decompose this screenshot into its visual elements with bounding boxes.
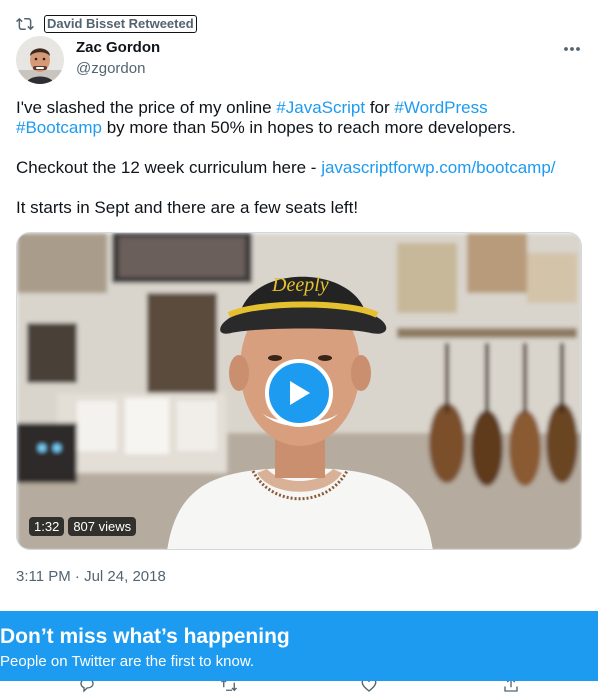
- hashtag-javascript-link[interactable]: #JavaScript: [276, 98, 365, 117]
- video-meta: 1:32 807 views: [29, 517, 137, 536]
- tweet-body: I've slashed the price of my online #Jav…: [16, 98, 586, 218]
- tweet-timestamp[interactable]: 3:11 PM · Jul 24, 2018: [16, 568, 166, 585]
- play-button[interactable]: [265, 359, 333, 427]
- tweet-text-segment: by more than 50% in hopes to reach more …: [102, 118, 516, 137]
- video-views: 807 views: [68, 517, 137, 536]
- tweet-line-closing: It starts in Sept and there are a few se…: [16, 198, 359, 217]
- banner-title: Don’t miss what’s happening: [0, 625, 290, 648]
- tweet-text-segment: Checkout the 12 week curriculum here -: [16, 158, 322, 177]
- author-name[interactable]: Zac Gordon: [76, 39, 160, 56]
- tweet-page: David Bisset Retweeted Zac Gordon @zgord…: [0, 0, 598, 696]
- retweet-label[interactable]: David Bisset Retweeted: [44, 15, 197, 33]
- tweet-line-2: #Bootcamp by more than 50% in hopes to r…: [16, 118, 586, 138]
- more-dots-icon: [564, 47, 580, 51]
- video-player[interactable]: Deeply 1:32 807 views: [16, 232, 582, 550]
- cap-logo-text: Deeply: [271, 274, 329, 296]
- play-icon: [290, 381, 310, 405]
- video-duration: 1:32: [29, 517, 65, 536]
- curriculum-link[interactable]: javascriptforwp.com/bootcamp/: [321, 158, 555, 177]
- banner-subtitle: People on Twitter are the first to know.: [0, 653, 255, 670]
- hashtag-wordpress-link[interactable]: #WordPress: [394, 98, 487, 117]
- retweet-icon: [16, 17, 34, 31]
- avatar-image: [16, 36, 64, 84]
- tweet-line-1: I've slashed the price of my online #Jav…: [16, 98, 586, 118]
- tweet-text-segment: I've slashed the price of my online: [16, 98, 277, 117]
- retweet-context[interactable]: David Bisset Retweeted: [16, 13, 197, 35]
- tweet-text-segment: for: [365, 98, 395, 117]
- author-handle[interactable]: @zgordon: [76, 60, 145, 77]
- more-options-button[interactable]: [560, 39, 584, 59]
- tweet-line-curriculum: Checkout the 12 week curriculum here - j…: [16, 158, 586, 178]
- signup-banner[interactable]: Don’t miss what’s happening People on Tw…: [0, 611, 598, 681]
- hashtag-bootcamp-link[interactable]: #Bootcamp: [16, 118, 102, 137]
- avatar[interactable]: [16, 36, 64, 84]
